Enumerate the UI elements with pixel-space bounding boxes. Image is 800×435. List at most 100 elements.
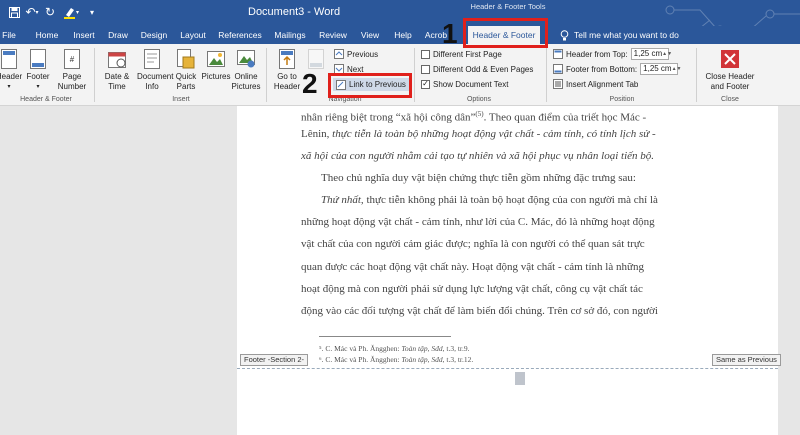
quick-parts-label: Quick Parts	[175, 72, 197, 91]
page-number-icon: #	[62, 48, 82, 70]
highlight-icon[interactable]: ▾	[62, 4, 80, 20]
insert-alignment-tab-button[interactable]: Insert Alignment Tab	[553, 78, 638, 90]
same-as-previous-tag: Same as Previous	[712, 354, 781, 366]
header-from-top-value: 1,25 cm	[633, 49, 663, 58]
close-header-footer-button[interactable]: Close Header and Footer	[702, 48, 758, 92]
show-document-text-option[interactable]: ✓ Show Document Text	[421, 78, 508, 90]
group-separator	[696, 48, 697, 102]
group-label-close: Close	[721, 96, 739, 103]
date-time-label: Date & Time	[104, 72, 130, 91]
date-time-button[interactable]: Date & Time	[100, 48, 134, 92]
header-icon	[0, 48, 19, 70]
redo-icon[interactable]: ↻	[44, 4, 56, 20]
footer-button-label: Footer	[26, 72, 50, 81]
different-odd-even-option[interactable]: Different Odd & Even Pages	[421, 63, 533, 75]
tab-file[interactable]: File	[0, 28, 18, 42]
tab-view[interactable]: View	[357, 28, 383, 42]
line-text: những hoạt động vật chất - cảm tính, như…	[301, 216, 655, 228]
document-title: Document3 - Word	[248, 6, 341, 18]
online-pictures-button[interactable]: Online Pictures	[230, 48, 262, 92]
tab-draw[interactable]: Draw	[106, 28, 130, 42]
header-button[interactable]: Header ▾	[0, 48, 24, 92]
previous-button[interactable]: Previous	[334, 48, 378, 60]
tell-me-search[interactable]: Tell me what you want to do	[560, 28, 679, 42]
svg-text:#: #	[70, 55, 75, 64]
footer-button[interactable]: Footer ▾	[22, 48, 54, 92]
document-line: Theo chủ nghĩa duy vật biện chứng thực t…	[301, 172, 715, 185]
header-button-label: Header	[0, 72, 23, 81]
group-separator	[266, 48, 267, 102]
different-first-page-checkbox[interactable]	[421, 49, 430, 59]
line-text: Theo chủ nghĩa duy vật biện chứng thực t…	[321, 172, 636, 184]
go-to-header-button[interactable]: Go to Header	[272, 48, 302, 92]
footnote: ⁵. C. Mác và Ph. Ăngghen: Toàn tập, Sđd,…	[319, 344, 470, 353]
previous-icon	[334, 49, 344, 59]
quick-parts-button[interactable]: Quick Parts	[170, 48, 202, 92]
online-picture-icon	[236, 48, 256, 70]
alignment-tab-icon	[553, 79, 563, 89]
different-odd-even-label: Different Odd & Even Pages	[433, 64, 534, 74]
go-to-header-icon	[277, 48, 297, 70]
line-text: hoạt động mà con người phải sử dụng lực …	[301, 283, 643, 295]
document-line: nhân riêng biệt trong “xã hội công dân”(…	[301, 108, 715, 125]
line-text: thực tiễn không phải là toàn bộ hoạt độn…	[363, 194, 658, 206]
document-info-button[interactable]: Document Info	[134, 48, 173, 92]
footnote-text: t.3, tr.9.	[444, 344, 470, 353]
document-line: hoạt động mà con người phải sử dụng lực …	[301, 283, 715, 296]
line-text-italic: xã hội của con người nhằm cải tạo tự nhi…	[301, 150, 655, 162]
footnote-text: ⁵. C. Mác và Ph. Ăngghen:	[319, 344, 402, 353]
footer-from-bottom-value: 1,25 cm	[643, 64, 672, 73]
tab-layout[interactable]: Layout	[177, 28, 209, 42]
highlight-box-header-footer-tab	[463, 18, 548, 48]
group-separator	[546, 48, 547, 102]
different-first-page-option[interactable]: Different First Page	[421, 48, 502, 60]
contextual-group-label: Header & Footer Tools	[470, 2, 546, 11]
save-icon[interactable]	[8, 4, 20, 20]
tab-references[interactable]: References	[217, 28, 263, 42]
header-from-top-field: Header from Top: 1,25 cm ▲▼	[553, 48, 672, 60]
line-text-italic: thực tiễn là toàn bộ những hoạt động vật…	[332, 128, 656, 140]
document-line: Thứ nhất, thực tiễn không phải là toàn b…	[301, 194, 715, 207]
undo-icon[interactable]: ↶ ▾	[24, 4, 40, 20]
line-text: vật chất của con người cảm giác được; ng…	[301, 238, 645, 250]
footer-position-icon	[553, 64, 563, 74]
footer-from-bottom-field: Footer from Bottom: 1,25 cm ▲▼	[553, 63, 682, 75]
line-text: nhân riêng biệt trong “xã hội công dân”	[301, 111, 476, 124]
line-text: quan được các hoạt động vật chất này. Ho…	[301, 261, 644, 273]
insert-alignment-tab-label: Insert Alignment Tab	[566, 79, 639, 89]
previous-label: Previous	[347, 49, 379, 59]
different-odd-even-checkbox[interactable]	[421, 64, 430, 74]
footer-from-bottom-input[interactable]: 1,25 cm ▲▼	[640, 63, 682, 75]
pictures-label: Pictures	[201, 72, 231, 81]
tab-review[interactable]: Review	[317, 28, 349, 42]
tell-me-text: Tell me what you want to do	[574, 30, 679, 40]
document-line: quan được các hoạt động vật chất này. Ho…	[301, 261, 715, 274]
go-to-footer-icon	[306, 48, 326, 70]
pictures-button[interactable]: Pictures	[201, 48, 231, 82]
page-number-label: Page Number	[57, 72, 87, 91]
step-number-2: 2	[302, 68, 318, 99]
tab-help[interactable]: Help	[391, 28, 415, 42]
footnote-separator	[319, 336, 451, 337]
document-line: động vào các đối tượng vật chất để làm b…	[301, 305, 715, 318]
header-from-top-input[interactable]: 1,25 cm ▲▼	[630, 48, 672, 60]
group-separator	[94, 48, 95, 102]
show-document-text-checkbox[interactable]: ✓	[421, 79, 430, 89]
spinner-arrows-icon[interactable]: ▲▼	[672, 66, 683, 72]
footnote-text-italic: Toàn tập, Sđd,	[401, 355, 445, 364]
tab-design[interactable]: Design	[139, 28, 169, 42]
document-info-icon	[142, 48, 162, 70]
customize-icon[interactable]: ▾	[86, 4, 98, 20]
document-line: xã hội của con người nhằm cải tạo tự nhi…	[301, 150, 715, 163]
tab-home[interactable]: Home	[32, 28, 62, 42]
footer-insertion-point[interactable]	[515, 372, 525, 385]
tab-insert[interactable]: Insert	[70, 28, 98, 42]
page-number-button[interactable]: # Page Number	[56, 48, 88, 92]
spinner-arrows-icon[interactable]: ▲▼	[662, 51, 673, 57]
footer-boundary	[237, 368, 778, 369]
line-text: động vào các đối tượng vật chất để làm b…	[301, 305, 658, 317]
tab-mailings[interactable]: Mailings	[271, 28, 309, 42]
lightbulb-icon	[560, 29, 569, 40]
show-document-text-label: Show Document Text	[433, 79, 509, 89]
different-first-page-label: Different First Page	[433, 49, 502, 59]
